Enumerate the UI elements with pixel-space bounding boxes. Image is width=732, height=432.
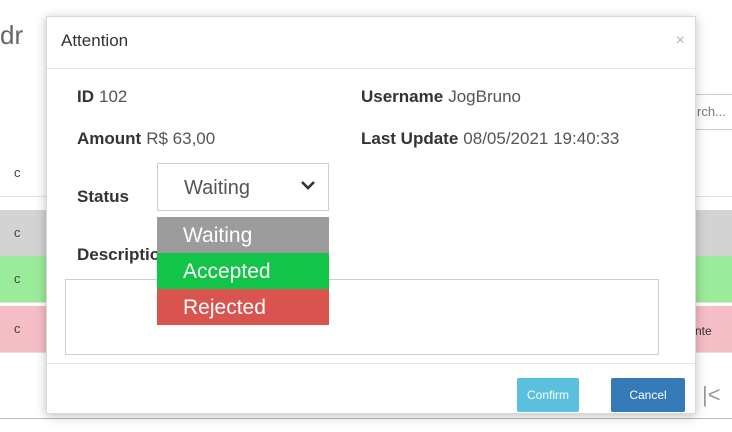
table-cell: c — [14, 321, 21, 336]
username-value: JogBruno — [448, 87, 521, 106]
id-label: ID — [77, 87, 94, 106]
page-title: dr — [0, 20, 24, 50]
table-header-cell: c — [14, 165, 21, 180]
last-update-label: Last Update — [361, 129, 459, 148]
status-select[interactable]: Waiting — [157, 163, 329, 211]
status-selected-value: Waiting — [184, 177, 250, 199]
close-icon[interactable]: × — [676, 32, 685, 50]
last-update-field: Last Update 08/05/2021 19:40:33 — [361, 129, 619, 149]
status-option-waiting[interactable]: Waiting — [157, 217, 329, 253]
table-cell: c — [14, 225, 21, 240]
amount-field: Amount R$ 63,00 — [77, 129, 215, 149]
amount-value: R$ 63,00 — [146, 129, 216, 148]
confirm-button[interactable]: Confirm — [517, 378, 579, 412]
modal-footer: Confirm Cancel — [47, 363, 695, 415]
id-value: 102 — [99, 87, 128, 106]
attention-modal: Attention × ID 102 Username JogBruno Amoun… — [46, 16, 696, 414]
pagination-first-button[interactable]: |< — [702, 382, 721, 408]
id-field: ID 102 — [77, 87, 127, 107]
chevron-down-icon — [301, 181, 315, 190]
status-option-rejected[interactable]: Rejected — [157, 289, 329, 325]
description-textarea[interactable] — [65, 279, 659, 355]
username-field: Username JogBruno — [361, 87, 521, 107]
status-option-accepted[interactable]: Accepted — [157, 253, 329, 289]
status-dropdown-list: Waiting Accepted Rejected — [157, 217, 329, 325]
search-input[interactable]: rch... — [690, 94, 732, 130]
username-label: Username — [361, 87, 444, 106]
modal-header: Attention × — [47, 17, 695, 69]
cancel-button[interactable]: Cancel — [611, 378, 685, 412]
table-cell: c — [14, 271, 21, 286]
last-update-value: 08/05/2021 19:40:33 — [463, 129, 620, 148]
status-label: Status — [77, 187, 129, 206]
modal-title: Attention — [61, 31, 129, 50]
divider — [0, 418, 732, 419]
amount-label: Amount — [77, 129, 142, 148]
